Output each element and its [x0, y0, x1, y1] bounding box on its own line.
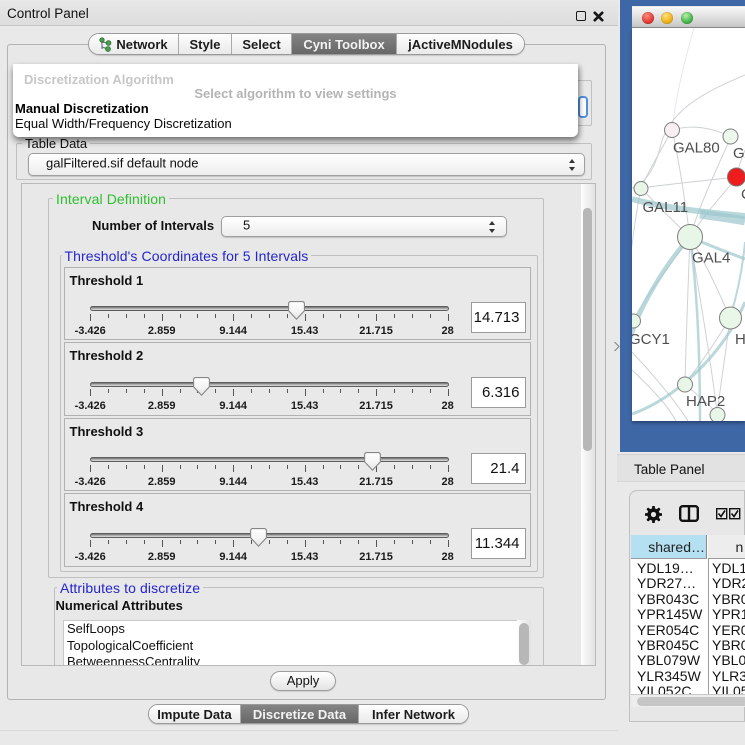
svg-text:HAP2: HAP2	[686, 393, 725, 410]
svg-text:GA: GA	[733, 145, 745, 162]
svg-text:GAL80: GAL80	[673, 140, 720, 157]
svg-text:GAL11: GAL11	[643, 199, 689, 216]
svg-text:GCY1: GCY1	[632, 331, 670, 348]
svg-text:C: C	[741, 186, 745, 203]
svg-text:GAL4: GAL4	[692, 250, 730, 267]
svg-text:H: H	[735, 331, 745, 348]
